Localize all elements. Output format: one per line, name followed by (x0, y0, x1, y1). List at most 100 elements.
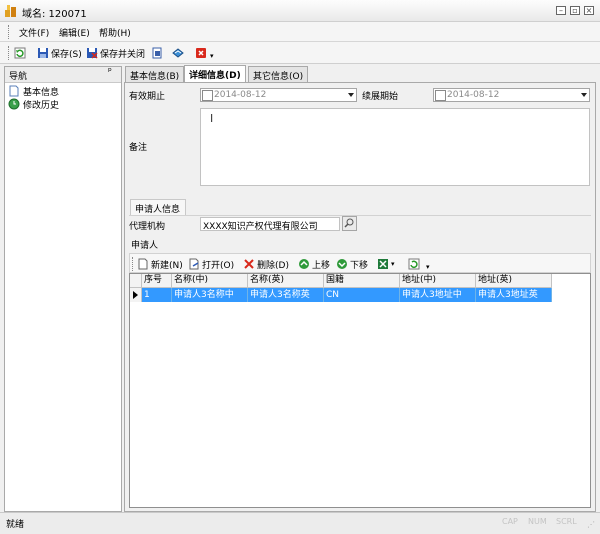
caps-indicator: CAP (502, 517, 518, 526)
excel-icon (378, 259, 388, 269)
save-close-icon (87, 48, 98, 59)
close-button[interactable]: × (584, 6, 594, 15)
save-button[interactable]: 保存(S) (37, 45, 82, 61)
text-cursor-icon: I (210, 112, 214, 125)
detail-tab-content: 有效期止 2014-08-12 续展期始 2014-08-12 备注 I 申请人… (124, 82, 596, 512)
app-icon (5, 5, 16, 17)
title-bar: 域名: 120071 – ▫ × (0, 0, 600, 22)
applicant-open-button[interactable]: 打开(O) (188, 256, 234, 272)
tab-basic-info[interactable]: 基本信息(B) (125, 66, 185, 82)
applicant-open-label: 打开(O) (202, 260, 235, 271)
restore-button[interactable]: ▫ (570, 6, 580, 15)
toolbar-grip[interactable] (8, 46, 11, 60)
nav-item-label: 基本信息 (23, 87, 60, 98)
status-bar: 就绪 CAP NUM SCRL ⋰ (0, 512, 600, 534)
current-row-arrow-icon (133, 291, 138, 299)
agency-field[interactable]: XXXX知识产权代理有限公司 (200, 217, 340, 232)
column-header[interactable]: 国籍 (324, 274, 400, 288)
expiry-label: 有效期止 (129, 92, 166, 102)
save-label: 保存(S) (51, 49, 82, 60)
open-document-icon (189, 258, 199, 270)
agency-label: 代理机构 (129, 222, 166, 232)
nav-item-basic-info[interactable]: 基本信息 (8, 85, 60, 98)
menu-bar: 文件(F) 编辑(E) 帮助(H) (0, 22, 600, 42)
print-button[interactable] (151, 45, 163, 61)
column-header[interactable]: 地址(英) (476, 274, 552, 288)
navigation-header: 导航 ᵖ (5, 67, 121, 83)
document-icon (152, 47, 162, 59)
expiry-date-value: 2014-08-12 (214, 90, 267, 100)
applicant-move-down-button[interactable]: 下移 (336, 256, 368, 272)
num-indicator: NUM (528, 517, 547, 526)
resize-grip-icon[interactable]: ⋰ (587, 521, 597, 531)
applicant-section-label: 申请人 (131, 241, 159, 251)
attach-button[interactable] (172, 45, 184, 61)
expiry-date-picker[interactable]: 2014-08-12 (200, 88, 357, 102)
delete-record-button[interactable] (195, 45, 207, 61)
applicant-toolbar: 新建(N) 打开(O) 删除(D) 上移 下移 ▾ ▾ (129, 253, 591, 273)
applicant-refresh-button[interactable] (408, 256, 420, 272)
table-cell[interactable]: 1 (142, 288, 172, 302)
table-cell[interactable]: 申请人3地址英 (476, 288, 552, 302)
nav-item-label: 修改历史 (23, 100, 60, 111)
renew-date-value: 2014-08-12 (447, 90, 500, 100)
status-text: 就绪 (6, 520, 25, 530)
applicant-export-button[interactable]: ▾ (377, 256, 395, 272)
export-dropdown-icon[interactable]: ▾ (391, 260, 395, 268)
applicant-move-down-label: 下移 (350, 260, 369, 271)
menubar-grip[interactable] (8, 25, 11, 39)
applicant-move-up-label: 上移 (312, 260, 331, 271)
renew-date-picker[interactable]: 2014-08-12 (433, 88, 590, 102)
applicant-new-label: 新建(N) (151, 260, 183, 271)
agency-lookup-button[interactable] (342, 216, 357, 231)
arrow-down-icon (337, 259, 347, 269)
save-close-button[interactable]: 保存并关闭 (86, 45, 145, 61)
applicant-grid: 序号 名称(中) 名称(英) 国籍 地址(中) 地址(英) 1 申请人3名称中 … (129, 273, 591, 508)
group-divider (129, 215, 591, 216)
column-header[interactable]: 序号 (142, 274, 172, 288)
renew-label: 续展期始 (362, 92, 399, 102)
applicant-delete-button[interactable]: 删除(D) (243, 256, 289, 272)
menu-edit[interactable]: 编辑(E) (59, 26, 90, 39)
toolbar-overflow-icon[interactable]: ▾ (210, 52, 214, 60)
chevron-down-icon[interactable] (581, 93, 587, 97)
applicant-info-group-tab[interactable]: 申请人信息 (130, 199, 186, 215)
column-header[interactable]: 名称(英) (248, 274, 324, 288)
table-cell[interactable]: 申请人3名称中 (172, 288, 248, 302)
row-indicator (130, 288, 142, 302)
book-icon (172, 48, 184, 58)
chevron-down-icon[interactable] (348, 93, 354, 97)
memo-textarea[interactable]: I (200, 108, 590, 186)
delete-x-icon (244, 259, 254, 269)
refresh-icon (14, 47, 26, 59)
tab-detail-info[interactable]: 详细信息(D) (184, 65, 246, 83)
applicant-delete-label: 删除(D) (257, 260, 289, 271)
refresh-icon (408, 258, 420, 270)
main-toolbar: 保存(S) 保存并关闭 ▾ (0, 42, 600, 64)
column-header[interactable]: 名称(中) (172, 274, 248, 288)
table-cell[interactable]: 申请人3名称英 (248, 288, 324, 302)
refresh-button[interactable] (14, 45, 26, 61)
pin-icon[interactable]: ᵖ (108, 67, 112, 77)
renew-checkbox[interactable] (435, 90, 446, 101)
save-close-label: 保存并关闭 (100, 49, 146, 60)
nav-item-history[interactable]: 修改历史 (8, 98, 60, 111)
applicant-toolbar-overflow-icon[interactable]: ▾ (426, 263, 430, 271)
delete-icon (196, 48, 206, 58)
menu-file[interactable]: 文件(F) (19, 26, 49, 39)
column-header[interactable]: 地址(中) (400, 274, 476, 288)
save-icon (38, 48, 48, 58)
minimize-button[interactable]: – (556, 6, 566, 15)
applicant-move-up-button[interactable]: 上移 (298, 256, 330, 272)
window-title: 域名: 120071 (22, 9, 87, 20)
table-cell[interactable]: 申请人3地址中 (400, 288, 476, 302)
navigation-title: 导航 (9, 72, 28, 82)
applicant-new-button[interactable]: 新建(N) (137, 256, 183, 272)
expiry-checkbox[interactable] (202, 90, 213, 101)
applicant-toolbar-grip[interactable] (132, 257, 135, 271)
tab-other-info[interactable]: 其它信息(O) (248, 66, 309, 82)
table-cell[interactable]: CN (324, 288, 400, 302)
arrow-up-icon (299, 259, 309, 269)
history-icon (8, 98, 20, 110)
menu-help[interactable]: 帮助(H) (99, 26, 131, 39)
